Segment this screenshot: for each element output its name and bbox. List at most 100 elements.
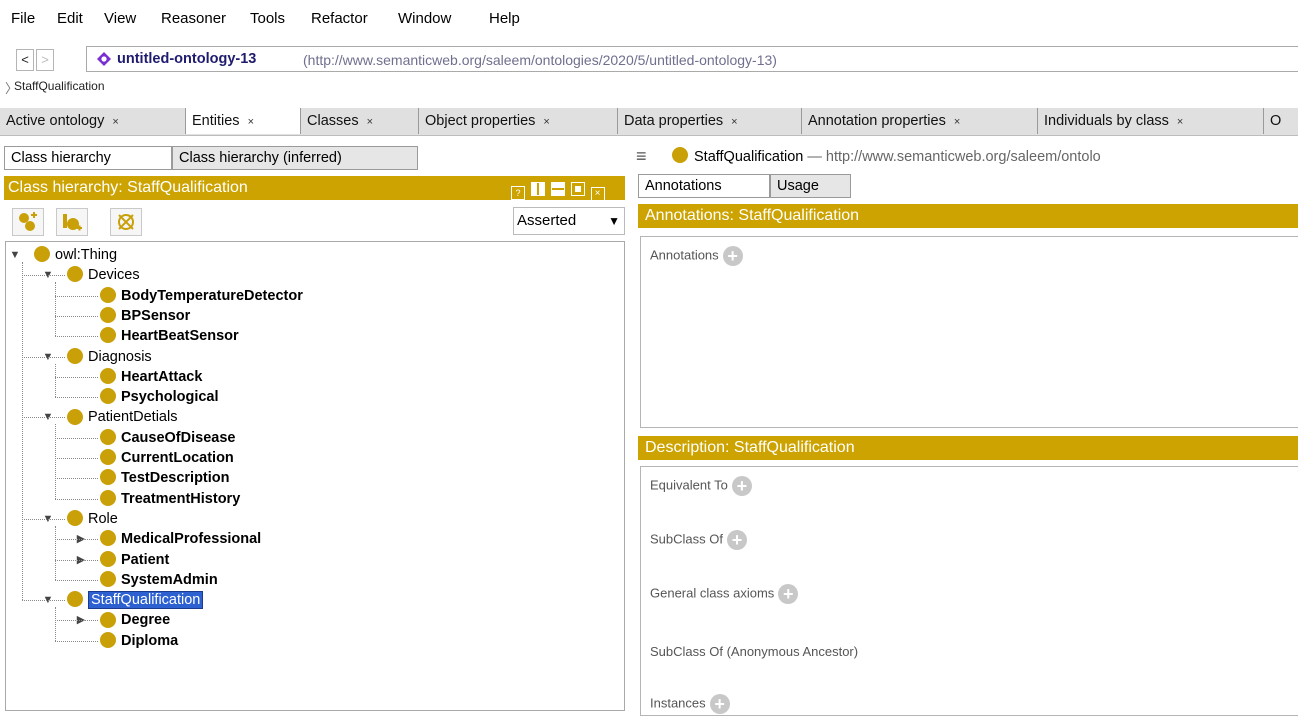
tab-classes[interactable]: Classes ×: [301, 108, 419, 134]
tab-individuals-by-class[interactable]: Individuals by class ×: [1038, 108, 1264, 134]
tree-node[interactable]: MedicalProfessional: [100, 529, 261, 549]
tab-object-properties[interactable]: Object properties ×: [419, 108, 618, 134]
tree-node[interactable]: Diploma: [100, 631, 178, 651]
tree-node[interactable]: TreatmentHistory: [100, 489, 240, 509]
add-superclass-icon[interactable]: +: [726, 530, 747, 550]
tree-node-label: Role: [88, 510, 118, 527]
tree-connector: [55, 437, 98, 439]
menu-refactor[interactable]: Refactor: [311, 10, 368, 27]
tree-node[interactable]: PatientDetials: [67, 407, 177, 427]
add-subclass-icon: [19, 212, 37, 231]
tree-node[interactable]: HeartAttack: [100, 367, 202, 387]
tree-connector: [55, 458, 98, 459]
add-equivalent-icon[interactable]: +: [731, 476, 752, 496]
annotations-header: Annotations: StaffQualification: [638, 204, 1298, 228]
breadcrumb[interactable]: StaffQualification: [14, 79, 105, 93]
tree-node[interactable]: SystemAdmin: [100, 570, 218, 590]
class-icon: [100, 428, 116, 445]
close-tab-icon[interactable]: ×: [248, 116, 254, 128]
class-icon: [100, 489, 116, 506]
tab-usage[interactable]: Usage: [770, 174, 851, 198]
tree-node[interactable]: Role: [67, 509, 118, 529]
tree-connector: [55, 376, 98, 378]
class-icon: [672, 147, 688, 164]
close-view-icon[interactable]: ×: [590, 187, 605, 201]
tree-node[interactable]: Psychological: [100, 387, 219, 407]
menu-window[interactable]: Window: [398, 10, 451, 27]
ontology-name: untitled-ontology-13: [117, 51, 257, 67]
tree-connector: [22, 518, 65, 520]
tree-node[interactable]: StaffQualification: [67, 590, 204, 610]
class-icon: [100, 570, 116, 587]
ontology-diamond-icon: [97, 52, 111, 66]
add-annotation-icon[interactable]: +: [722, 246, 743, 266]
tree-node[interactable]: CauseOfDisease: [100, 428, 235, 448]
close-tab-icon[interactable]: ×: [954, 116, 960, 128]
tree-node-label: owl:Thing: [55, 247, 118, 263]
tree-connector: [55, 363, 56, 398]
tab-annotations[interactable]: Annotations: [638, 174, 770, 198]
menu-reasoner[interactable]: Reasoner: [161, 10, 226, 27]
tree-connector: [22, 417, 65, 419]
delete-class-button[interactable]: [110, 208, 142, 236]
menu-help[interactable]: Help: [489, 10, 520, 27]
tree-node[interactable]: BodyTemperatureDetector: [100, 286, 303, 306]
menu-icon[interactable]: ≡: [636, 146, 647, 167]
tab-overflow[interactable]: O: [1264, 108, 1298, 134]
instances-label: Instances: [650, 695, 706, 711]
subclass-of-label: SubClass Of: [650, 531, 723, 547]
menu-edit[interactable]: Edit: [57, 10, 83, 27]
delete-class-icon: [118, 214, 134, 230]
add-sibling-button[interactable]: [56, 208, 88, 236]
tree-node-label: HeartAttack: [121, 368, 203, 385]
maximize-icon[interactable]: [570, 182, 585, 196]
tab-active-ontology[interactable]: Active ontology ×: [0, 108, 186, 134]
tree-node[interactable]: Patient: [100, 550, 169, 570]
tree-connector: [55, 579, 98, 581]
entity-title: StaffQualification — http://www.semantic…: [658, 147, 1101, 165]
split-vertical-icon[interactable]: [530, 182, 545, 196]
close-tab-icon[interactable]: ×: [367, 116, 373, 128]
tab-data-properties[interactable]: Data properties ×: [618, 108, 802, 134]
tree-node[interactable]: TestDescription: [100, 468, 230, 488]
tree-node[interactable]: Diagnosis: [67, 347, 152, 367]
menu-view[interactable]: View: [104, 10, 136, 27]
class-icon: [100, 550, 116, 567]
tree-node[interactable]: BPSensor: [100, 306, 190, 326]
expanded-triangle-icon[interactable]: ▼: [8, 245, 22, 265]
close-tab-icon[interactable]: ×: [112, 116, 118, 128]
hierarchy-mode-select[interactable]: Asserted ▼: [513, 207, 625, 235]
split-horizontal-icon[interactable]: [550, 182, 565, 196]
forward-button[interactable]: >: [36, 49, 54, 71]
tree-node-label: Patient: [121, 551, 170, 568]
tab-class-hierarchy[interactable]: Class hierarchy: [4, 146, 172, 170]
annotations-header-title: Annotations: StaffQualification: [645, 207, 860, 224]
description-header-title: Description: StaffQualification: [645, 439, 855, 456]
tree-connector: [55, 607, 56, 641]
tree-node-label: TestDescription: [121, 470, 230, 487]
tree-node[interactable]: HeartBeatSensor: [100, 326, 239, 346]
menu-file[interactable]: File: [11, 10, 35, 27]
close-tab-icon[interactable]: ×: [731, 116, 737, 128]
close-tab-icon[interactable]: ×: [543, 116, 549, 128]
back-button[interactable]: <: [16, 49, 34, 71]
tree-node[interactable]: Degree: [100, 610, 170, 630]
class-icon: [100, 286, 116, 303]
ontology-iri: (http://www.semanticweb.org/saleem/ontol…: [303, 52, 777, 68]
tab-entities[interactable]: Entities ×: [186, 108, 301, 134]
tab-class-hierarchy-inferred[interactable]: Class hierarchy (inferred): [172, 146, 418, 170]
close-tab-icon[interactable]: ×: [1177, 116, 1183, 128]
help-icon[interactable]: ?: [511, 186, 525, 200]
tree-node[interactable]: CurrentLocation: [100, 448, 234, 468]
add-instance-icon[interactable]: +: [709, 694, 730, 714]
menu-tools[interactable]: Tools: [250, 10, 285, 27]
tab-annotation-properties[interactable]: Annotation properties ×: [802, 108, 1038, 134]
chevron-down-icon: ▼: [608, 214, 620, 228]
tree-connector: [55, 539, 98, 541]
add-general-axiom-icon[interactable]: +: [778, 584, 799, 604]
tree-node[interactable]: Devices: [67, 265, 140, 285]
tree-node[interactable]: owl:Thing: [34, 245, 117, 265]
add-subclass-button[interactable]: [12, 208, 44, 236]
tree-node-label: BPSensor: [121, 307, 191, 324]
subclass-of-section: SubClass Of +: [650, 530, 747, 550]
